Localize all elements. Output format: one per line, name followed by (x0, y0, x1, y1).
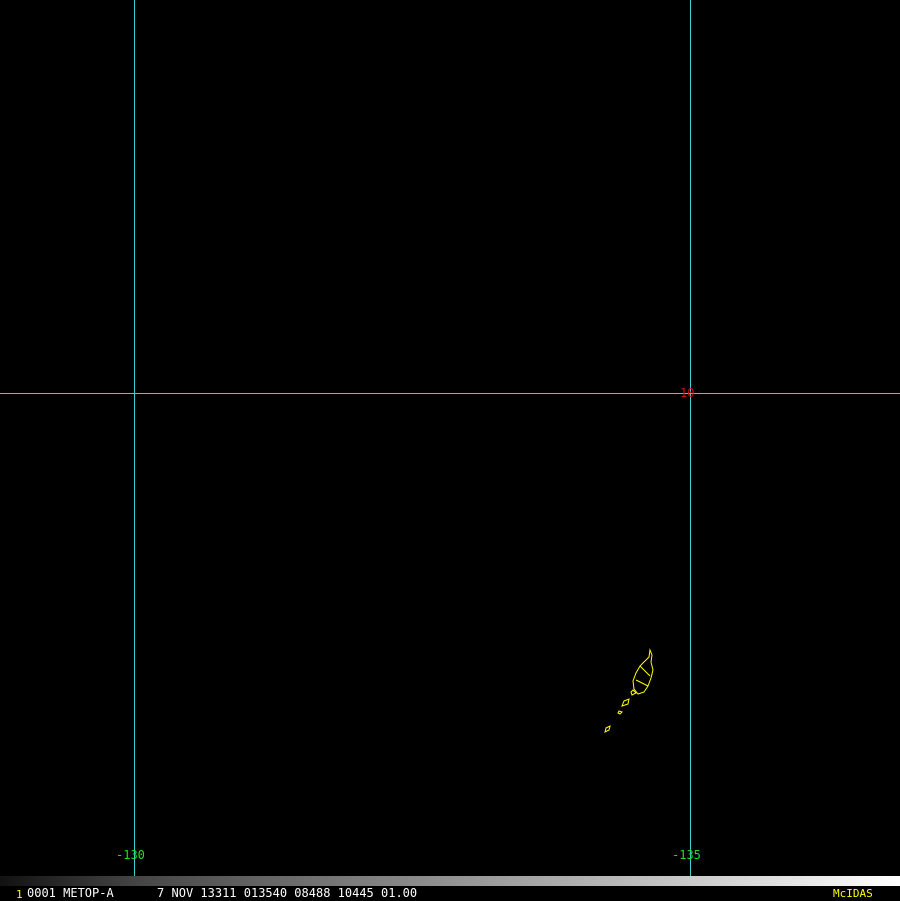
image-info-text: 0001 METOP-A 7 NOV 13311 013540 08488 10… (27, 886, 418, 900)
satellite-map (0, 0, 900, 900)
gray-scale-bar (0, 876, 900, 886)
longitude-label-135: -135 (672, 848, 701, 862)
latitude-label-10: 10 (680, 386, 695, 400)
frame-number: 1 (16, 888, 23, 901)
longitude-label-130: -130 (116, 848, 145, 862)
mcidas-brand: McIDAS (833, 887, 873, 900)
